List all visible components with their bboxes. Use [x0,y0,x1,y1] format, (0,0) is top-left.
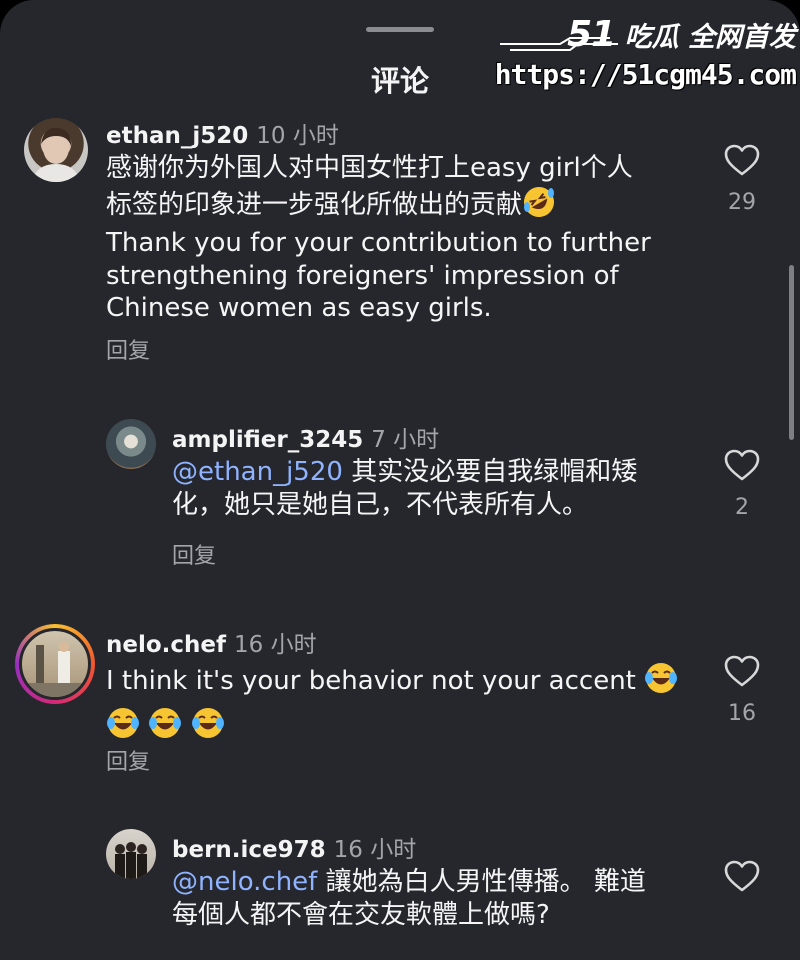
comment-text-line: Chinese women as easy girls. [106,293,492,323]
username[interactable]: nelo.chef [106,632,226,658]
username[interactable]: ethan_j520 [106,123,248,149]
avatar[interactable] [19,628,91,700]
reply-button[interactable]: 回复 [106,333,150,365]
reply-button[interactable]: 回复 [172,538,216,570]
watermark-url: https://51cgm45.com [494,58,797,91]
avatar[interactable] [106,419,156,469]
face-with-tears-of-joy-emoji [148,706,182,749]
mention-link[interactable]: @nelo.chef [172,867,317,897]
mention-link[interactable]: @ethan_j520 [172,457,343,487]
comment-text-line: 感谢你为外国人对中国女性打上easy girl个人 [106,153,633,183]
like-count: 29 [728,190,756,215]
heart-outline-icon[interactable] [724,449,760,481]
watermark-logo: 51 吃瓜 全网首发 [567,14,796,55]
comment-text: @nelo.chef 讓她為白人男性傳播。 難道 每個人都不會在交友軟體上做嗎? [172,866,712,931]
heart-outline-icon[interactable] [724,144,760,176]
face-with-tears-of-joy-emoji [191,706,225,749]
username[interactable]: bern.ice978 [172,837,326,863]
like-control[interactable]: 16 [717,655,767,726]
comment-text: 感谢你为外国人对中国女性打上easy girl个人 标签的印象进一步强化所做出的… [106,152,706,325]
rolling-on-floor-laughing-emoji [522,185,556,228]
comment-text-line: 每個人都不會在交友軟體上做嗎? [172,899,550,930]
comment-text-line: I think it's your behavior not your acce… [106,661,706,704]
face-with-tears-of-joy-emoji [106,706,140,749]
like-count: 2 [735,495,749,520]
avatar[interactable] [106,829,156,879]
heart-outline-icon[interactable] [724,860,760,892]
comments-sheet: 评论 ethan_j520 10 小时 感谢你为外国人对中国女性打上easy gi… [0,0,800,960]
comment-text-line: 标签的印象进一步强化所做出的贡献 [106,185,706,228]
timestamp: 7 小时 [371,427,440,453]
watermark: 51 吃瓜 全网首发 https://51cgm45.com [495,0,800,110]
heart-outline-icon[interactable] [724,655,760,687]
like-count: 16 [728,701,756,726]
comment-meta: bern.ice978 16 小时 [172,830,416,864]
comment-meta: amplifier_3245 7 小时 [172,420,439,454]
like-control[interactable]: 2 [717,449,767,520]
avatar[interactable] [24,118,88,182]
timestamp: 10 小时 [256,123,339,149]
scrollbar[interactable] [789,265,794,440]
sheet-drag-handle[interactable] [366,27,434,32]
comment-text-line: @ethan_j520 其实没必要自我绿帽和矮 [172,457,638,487]
reply-button[interactable]: 回复 [106,744,150,776]
comment-text-line: Thank you for your contribution to furth… [106,228,651,258]
comment-text-line: @nelo.chef 讓她為白人男性傳播。 難道 [172,867,646,897]
timestamp: 16 小时 [333,837,417,863]
comment-text-line: strengthening foreigners' impression of [106,260,619,291]
comment-text: I think it's your behavior not your acce… [106,661,706,748]
face-with-tears-of-joy-emoji [644,661,678,704]
like-control[interactable] [717,860,767,892]
like-control[interactable]: 29 [717,144,767,215]
username[interactable]: amplifier_3245 [172,427,363,453]
comment-text-line [106,706,706,749]
timestamp: 16 小时 [234,632,317,658]
comment-text: @ethan_j520 其实没必要自我绿帽和矮 化，她只是她自己，不代表所有人。 [172,456,712,521]
comment-text-line: 化，她只是她自己，不代表所有人。 [172,489,589,520]
comment-meta: ethan_j520 10 小时 [106,116,339,150]
comment-meta: nelo.chef 16 小时 [106,625,317,659]
